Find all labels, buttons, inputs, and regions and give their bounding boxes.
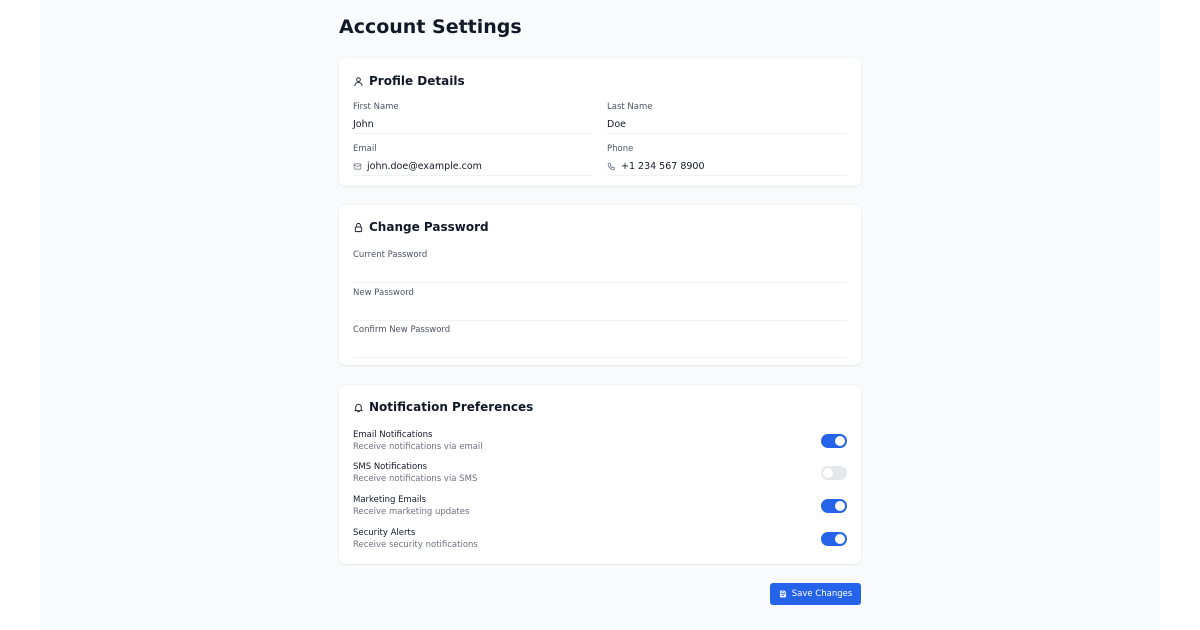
- phone-value: +1 234 567 8900: [621, 160, 705, 172]
- mail-icon: [353, 162, 362, 171]
- email-input[interactable]: john.doe@example.com: [353, 157, 592, 176]
- pref-title: SMS Notifications: [353, 462, 428, 472]
- security-alerts-toggle[interactable]: [821, 532, 847, 546]
- change-password-header: Change Password: [353, 217, 489, 237]
- new-password-field[interactable]: New Password: [353, 288, 847, 321]
- email-value: john.doe@example.com: [367, 160, 482, 172]
- pref-description: Receive notifications via SMS: [353, 474, 478, 484]
- current-password-input[interactable]: [353, 262, 847, 283]
- notification-preferences-card: Notification Preferences Email Notificat…: [339, 385, 861, 564]
- phone-icon: [607, 162, 616, 171]
- user-icon: [353, 76, 364, 87]
- save-changes-label: Save Changes: [791, 589, 853, 599]
- first-name-value: John: [353, 118, 374, 130]
- confirm-password-field[interactable]: Confirm New Password: [353, 325, 847, 358]
- last-name-input[interactable]: Doe: [607, 115, 847, 134]
- pref-row-security: Security Alerts Receive security notific…: [353, 528, 847, 554]
- change-password-card: Change Password Current Password New Pas…: [339, 205, 861, 365]
- toggle-knob: [823, 468, 833, 478]
- current-password-label: Current Password: [353, 250, 428, 260]
- new-password-input[interactable]: [353, 300, 847, 321]
- profile-details-title: Profile Details: [369, 74, 465, 88]
- phone-input[interactable]: +1 234 567 8900: [607, 157, 847, 176]
- marketing-emails-toggle[interactable]: [821, 499, 847, 513]
- first-name-field[interactable]: First Name John: [353, 102, 592, 134]
- pref-title: Email Notifications: [353, 430, 433, 440]
- phone-field[interactable]: Phone +1 234 567 8900: [607, 144, 847, 176]
- last-name-field[interactable]: Last Name Doe: [607, 102, 847, 134]
- bell-icon: [353, 402, 364, 413]
- toggle-knob: [835, 436, 845, 446]
- new-password-label: New Password: [353, 288, 414, 298]
- profile-details-header: Profile Details: [353, 71, 465, 91]
- pref-row-email: Email Notifications Receive notification…: [353, 430, 847, 456]
- pref-row-sms: SMS Notifications Receive notifications …: [353, 462, 847, 488]
- notification-preferences-header: Notification Preferences: [353, 397, 533, 417]
- pref-title: Security Alerts: [353, 528, 416, 538]
- email-field[interactable]: Email john.doe@example.com: [353, 144, 592, 176]
- pref-title: Marketing Emails: [353, 495, 427, 505]
- notification-preferences-title: Notification Preferences: [369, 400, 534, 414]
- profile-details-card: Profile Details First Name John Last Nam…: [339, 58, 861, 186]
- change-password-title: Change Password: [369, 220, 489, 234]
- email-label: Email: [353, 144, 377, 154]
- toggle-knob: [835, 501, 845, 511]
- confirm-password-label: Confirm New Password: [353, 325, 451, 335]
- first-name-input[interactable]: John: [353, 115, 592, 134]
- last-name-label: Last Name: [607, 102, 653, 112]
- save-icon: [779, 590, 787, 598]
- sms-notifications-toggle[interactable]: [821, 466, 847, 480]
- page-title: Account Settings: [339, 16, 522, 38]
- lock-icon: [353, 222, 364, 233]
- save-changes-button[interactable]: Save Changes: [770, 583, 861, 605]
- pref-row-marketing: Marketing Emails Receive marketing updat…: [353, 495, 847, 521]
- first-name-label: First Name: [353, 102, 399, 112]
- pref-description: Receive security notifications: [353, 540, 478, 550]
- current-password-field[interactable]: Current Password: [353, 250, 847, 283]
- pref-description: Receive marketing updates: [353, 507, 470, 517]
- phone-label: Phone: [607, 144, 634, 154]
- toggle-knob: [835, 534, 845, 544]
- email-notifications-toggle[interactable]: [821, 434, 847, 448]
- last-name-value: Doe: [607, 118, 626, 130]
- confirm-password-input[interactable]: [353, 337, 847, 358]
- pref-description: Receive notifications via email: [353, 442, 483, 452]
